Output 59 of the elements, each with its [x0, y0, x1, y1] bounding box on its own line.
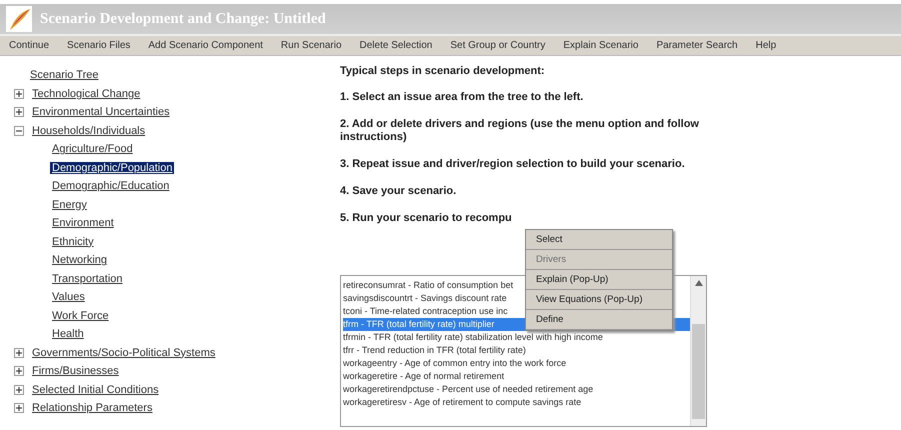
expand-icon[interactable]: [14, 107, 24, 118]
tree-item[interactable]: Relationship Parameters: [30, 402, 154, 414]
menu-item[interactable]: Continue: [0, 40, 58, 51]
step-text: 4. Save your scenario.: [340, 185, 458, 198]
tree-item[interactable]: Governments/Socio-Political Systems: [30, 346, 218, 359]
tree-item[interactable]: Selected Initial Conditions: [30, 384, 161, 396]
tree-item[interactable]: Demographic/Population: [50, 162, 174, 174]
step-text: 2. Add or delete drivers and regions (use the menu option and follow instructions): [340, 118, 700, 144]
tree-item[interactable]: Environment: [50, 217, 116, 230]
menu-item[interactable]: Define: [526, 310, 672, 330]
scroll-up-icon[interactable]: [694, 280, 702, 286]
tree-item[interactable]: Networking: [50, 254, 110, 266]
expand-icon[interactable]: [14, 384, 24, 395]
menu-item[interactable]: Delete Selection: [350, 40, 442, 51]
collapse-icon[interactable]: [14, 126, 24, 136]
tree-item[interactable]: Work Force: [50, 310, 111, 322]
scroll-bar[interactable]: [690, 276, 706, 426]
list-item[interactable]: tfrmin - TFR (total fertility rate) stabilization level with high income: [343, 331, 603, 344]
tree-item[interactable]: Demographic/Education: [50, 180, 172, 192]
tree-item[interactable]: Energy: [50, 198, 89, 211]
list-item[interactable]: workageretiresv - Age of retirement to compute savings rate: [343, 396, 582, 409]
expand-icon[interactable]: [14, 366, 24, 376]
tree-item[interactable]: Firms/Businesses: [30, 365, 121, 378]
list-item[interactable]: savingsdiscountrt - Savings discount rate: [343, 292, 507, 305]
step-text: 1. Select an issue area from the tree to the left.: [340, 91, 584, 104]
feather-logo-icon: [6, 6, 32, 32]
menu-item[interactable]: Set Group or Country: [441, 40, 554, 51]
scroll-thumb[interactable]: [692, 324, 705, 419]
menu-item[interactable]: Explain Scenario: [554, 40, 648, 51]
menu-item[interactable]: Help: [746, 40, 786, 51]
step-text: 3. Repeat issue and driver/region selection to build your scenario.: [340, 158, 686, 171]
expand-icon[interactable]: [14, 403, 24, 414]
expand-icon[interactable]: [14, 88, 24, 99]
menu-item[interactable]: Run Scenario: [272, 40, 351, 51]
menu-item[interactable]: Scenario Files: [58, 40, 140, 51]
tree-item[interactable]: Ethnicity: [50, 236, 96, 248]
step-text: 5. Run your scenario to recompu: [340, 212, 513, 225]
list-item[interactable]: workageretire - Age of normal retirement: [343, 370, 504, 383]
tree-item[interactable]: Environmental Uncertainties: [30, 106, 172, 118]
expand-icon[interactable]: [14, 348, 24, 358]
list-item[interactable]: workageentry - Age of common entry into the work force: [343, 357, 566, 370]
tree-root[interactable]: Scenario Tree: [28, 69, 100, 82]
menu-item[interactable]: Explain (Pop-Up): [526, 270, 672, 290]
list-item[interactable]: retireconsumrat - Ratio of consumption bet: [343, 279, 514, 292]
list-item[interactable]: tconi - Time-related contraception use inc: [343, 305, 508, 318]
window-title: Scenario Development and Change: Untitled: [40, 10, 326, 28]
menu-item[interactable]: View Equations (Pop-Up): [526, 290, 672, 310]
steps-heading: Typical steps in scenario development:: [340, 65, 546, 77]
tree-item[interactable]: Households/Individuals: [30, 124, 148, 137]
menu-item[interactable]: Parameter Search: [647, 40, 747, 51]
tree-item[interactable]: Health: [50, 328, 86, 340]
tree-item[interactable]: Technological Change: [30, 88, 142, 100]
tree-item[interactable]: Transportation: [50, 272, 125, 285]
tree-item[interactable]: Agriculture/Food: [50, 143, 135, 156]
list-item[interactable]: tfrr - Trend reduction in TFR (total fertility rate): [343, 344, 526, 357]
menu-item[interactable]: Add Scenario Component: [139, 40, 272, 51]
list-item[interactable]: workageretirendpctuse - Percent use of needed retirement age: [343, 383, 594, 396]
tree-item[interactable]: Values: [50, 291, 87, 304]
menu-item[interactable]: Select: [526, 230, 672, 250]
